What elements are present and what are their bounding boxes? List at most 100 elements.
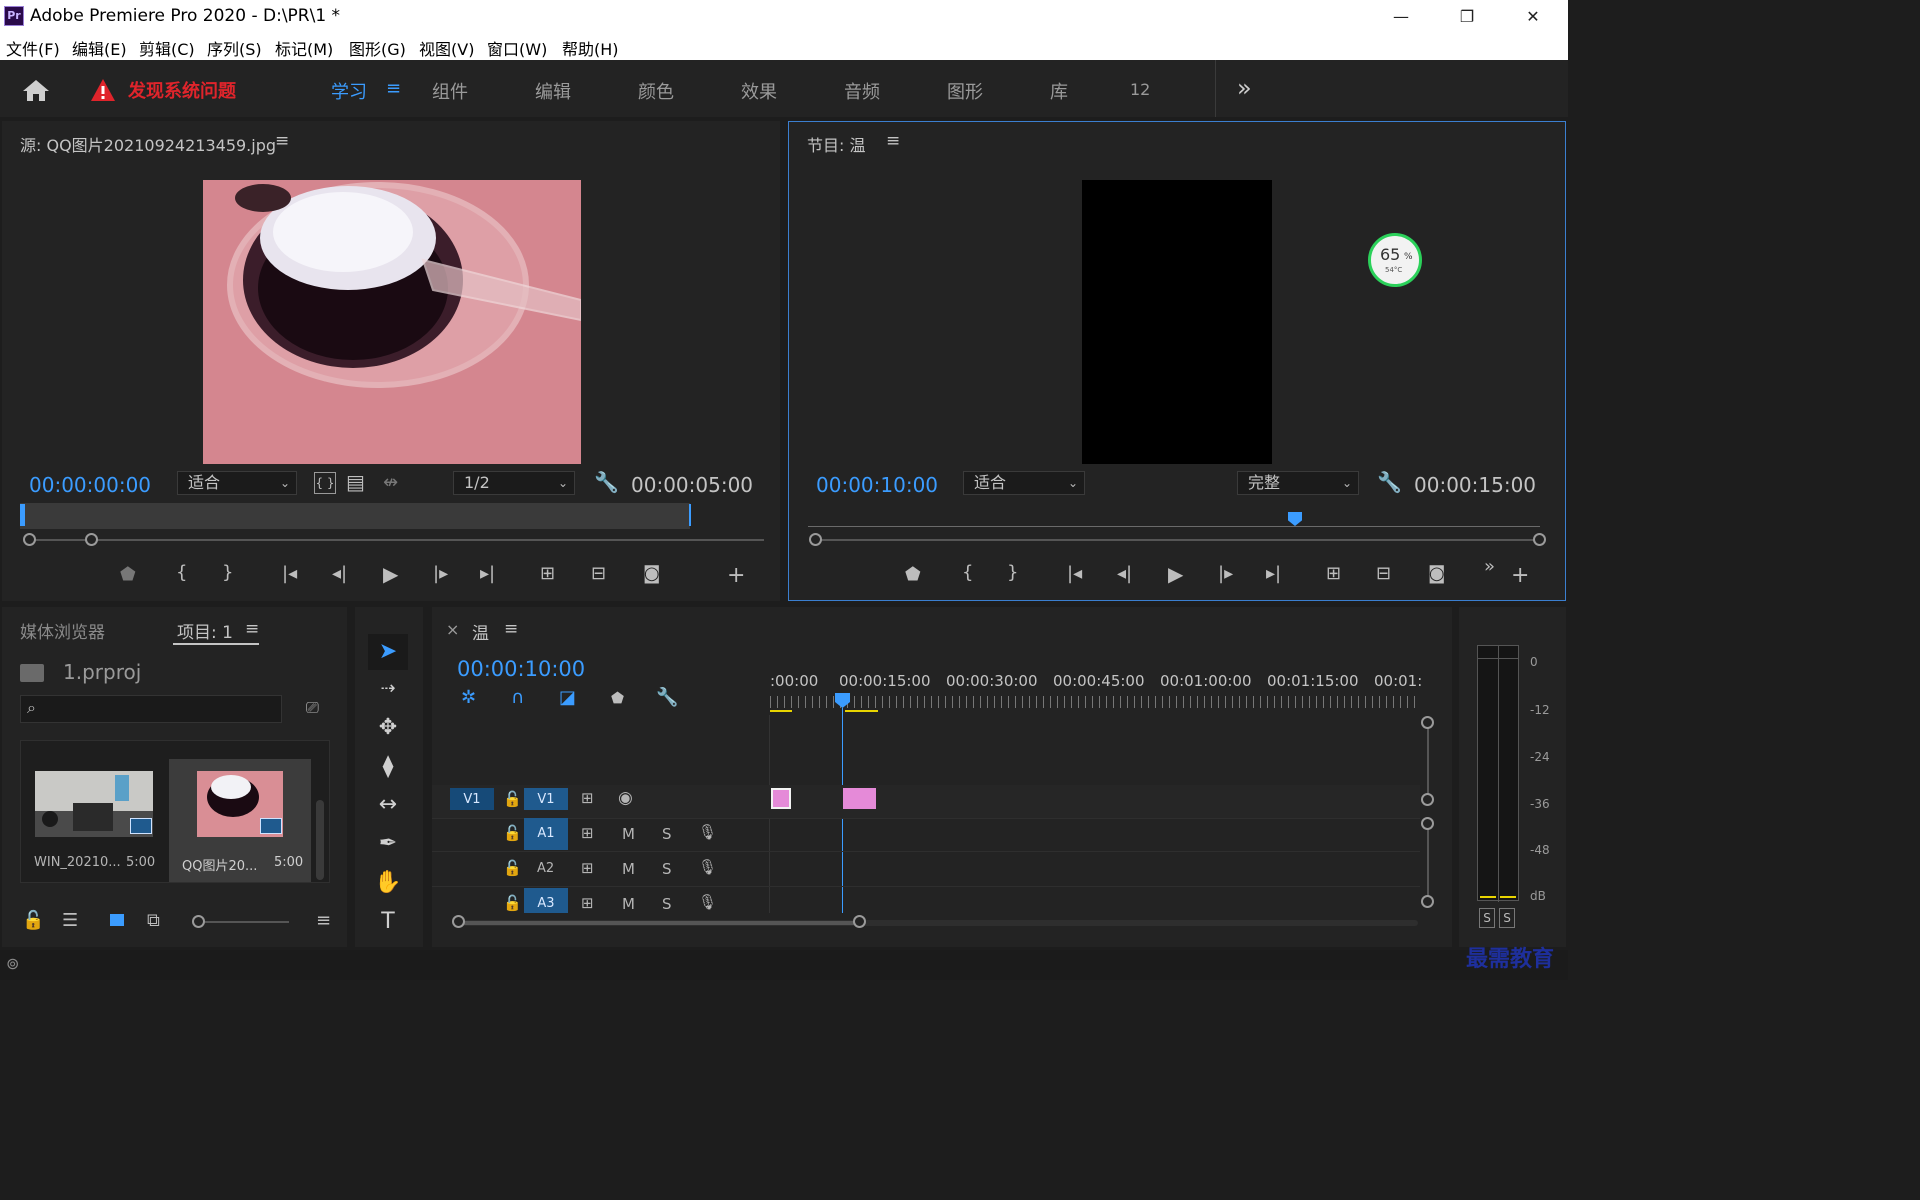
more-workspaces-icon[interactable]: »	[1237, 74, 1252, 102]
menu-file[interactable]: 文件(F)	[6, 36, 60, 60]
mark-out-icon[interactable]: }	[222, 562, 233, 583]
add-marker-icon[interactable]: ⬟	[905, 564, 921, 585]
step-back-icon[interactable]: ◂|	[1117, 563, 1132, 584]
pen-tool-icon[interactable]: ✒	[370, 828, 406, 860]
video-vertical-scrollbar[interactable]	[1427, 722, 1429, 802]
audio-vertical-scrollbar[interactable]	[1427, 824, 1429, 902]
new-bin-search-icon[interactable]: ⎚	[306, 698, 319, 718]
scroll-handle[interactable]	[1421, 895, 1434, 908]
scroll-handle[interactable]	[1421, 793, 1434, 806]
tab-media-browser[interactable]: 媒体浏览器	[20, 618, 105, 643]
program-settings-wrench-icon[interactable]: 🔧	[1377, 470, 1402, 494]
tab-graphics[interactable]: 图形	[947, 78, 983, 104]
tab-project[interactable]: 项目: 1	[177, 618, 233, 643]
timeline-timecode[interactable]: 00:00:10:00	[457, 657, 585, 681]
tab-libraries[interactable]: 库	[1050, 78, 1068, 104]
add-marker-icon[interactable]: ⬟	[611, 689, 624, 707]
tab-color[interactable]: 颜色	[638, 78, 674, 104]
sync-lock-icon[interactable]: ⊞	[581, 789, 594, 807]
menu-marker[interactable]: 标记(M)	[275, 36, 333, 60]
program-timecode[interactable]: 00:00:10:00	[816, 473, 938, 497]
insert-icon[interactable]: ⊞	[540, 563, 555, 584]
timeline-settings-wrench-icon[interactable]: 🔧	[656, 687, 678, 708]
button-editor-plus-icon[interactable]: +	[727, 563, 745, 588]
sync-lock-icon[interactable]: ⊞	[581, 859, 594, 877]
tab-assembly[interactable]: 组件	[432, 78, 468, 104]
insert-mark-icon[interactable]: { }	[314, 472, 336, 494]
button-editor-plus-icon[interactable]: +	[1511, 563, 1529, 588]
icon-view-icon[interactable]	[110, 914, 124, 926]
lift-icon[interactable]: ⊞	[1326, 563, 1341, 584]
linked-selection-icon[interactable]: ◪	[559, 687, 576, 708]
source-monitor-title[interactable]: 源: QQ图片20210924213459.jpg	[20, 132, 276, 156]
track-lock-icon[interactable]: 🔓	[503, 894, 522, 912]
type-tool-icon[interactable]: T	[370, 906, 406, 938]
menu-graphics[interactable]: 图形(G)	[349, 36, 406, 60]
scroll-handle[interactable]	[1421, 716, 1434, 729]
timeline-scroll-thumb[interactable]	[458, 921, 860, 925]
sequence-tab[interactable]: 温	[472, 619, 489, 644]
scroll-handle[interactable]	[452, 915, 465, 928]
film-strip-icon[interactable]: ▤	[346, 470, 365, 494]
program-zoom-select[interactable]: 适合 ⌄	[963, 471, 1085, 495]
selection-tool-icon[interactable]: ➤	[370, 636, 406, 668]
sync-lock-icon[interactable]: ⊞	[581, 824, 594, 842]
program-panel-menu-icon[interactable]: ≡	[886, 131, 900, 151]
go-to-in-icon[interactable]: |◂	[1067, 563, 1082, 584]
menu-edit[interactable]: 编辑(E)	[72, 36, 127, 60]
source-zoom-handle-right[interactable]	[85, 533, 98, 546]
program-monitor-title[interactable]: 节目: 温	[807, 132, 865, 156]
performance-gauge-widget[interactable]: 65 % 54°C	[1368, 233, 1422, 287]
tab-12[interactable]: 12	[1130, 80, 1150, 99]
source-patch-v1[interactable]: V1	[450, 788, 494, 810]
export-frame-camera-icon[interactable]: ◙	[1428, 563, 1445, 584]
freeform-view-icon[interactable]: ⧉	[147, 910, 160, 931]
system-issue-alert[interactable]: 发现系统问题	[128, 77, 236, 103]
restore-button[interactable]: ❐	[1444, 4, 1490, 30]
menu-clip[interactable]: 剪辑(C)	[139, 36, 195, 60]
track-lock-icon[interactable]: 🔓	[503, 790, 522, 808]
solo-button[interactable]: S	[662, 895, 672, 913]
source-timecode[interactable]: 00:00:00:00	[29, 473, 151, 497]
hand-tool-icon[interactable]: ✋	[370, 867, 406, 899]
program-quality-select[interactable]: 完整 ⌄	[1237, 471, 1359, 495]
project-search-input[interactable]: ⌕	[20, 695, 282, 723]
add-marker-icon[interactable]: ⬟	[120, 564, 136, 585]
play-icon[interactable]: ▶	[383, 562, 398, 586]
thumbnail-size-slider[interactable]	[205, 921, 289, 923]
program-zoom-handle-right[interactable]	[1533, 533, 1546, 546]
voiceover-mic-icon[interactable]: 🎙	[698, 893, 717, 911]
workspace-menu-icon[interactable]: ≡	[386, 78, 401, 99]
menu-window[interactable]: 窗口(W)	[487, 36, 547, 60]
program-zoom-handle-left[interactable]	[809, 533, 822, 546]
mark-in-icon[interactable]: {	[962, 562, 973, 583]
export-frame-camera-icon[interactable]: ◙	[643, 563, 660, 584]
source-settings-wrench-icon[interactable]: 🔧	[594, 470, 619, 494]
ripple-edit-tool-icon[interactable]: ✥	[370, 712, 406, 744]
meter-solo-right-button[interactable]: S	[1499, 908, 1515, 928]
lock-open-icon[interactable]: 🔓	[22, 910, 44, 931]
close-sequence-icon[interactable]: ×	[446, 620, 459, 639]
creative-cloud-sync-icon[interactable]: ⊚	[6, 954, 19, 973]
mute-button[interactable]: M	[622, 825, 635, 843]
nest-toggle-icon[interactable]: ✲	[461, 687, 476, 708]
source-zoom-handle-left[interactable]	[23, 533, 36, 546]
step-back-icon[interactable]: ◂|	[332, 563, 347, 584]
menu-help[interactable]: 帮助(H)	[562, 36, 619, 60]
track-target-a1[interactable]: A1	[524, 818, 568, 850]
sync-lock-icon[interactable]: ⊞	[581, 894, 594, 912]
video-clip-2[interactable]	[843, 788, 876, 809]
mute-button[interactable]: M	[622, 895, 635, 913]
source-out-point[interactable]	[689, 504, 691, 526]
menu-sequence[interactable]: 序列(S)	[207, 36, 262, 60]
menu-view[interactable]: 视图(V)	[419, 36, 474, 60]
mark-out-icon[interactable]: }	[1007, 562, 1018, 583]
track-target-v1[interactable]: V1	[524, 788, 568, 810]
toggle-visibility-eye-icon[interactable]: ◉	[618, 788, 633, 808]
track-lock-icon[interactable]: 🔓	[503, 859, 522, 877]
timeline-menu-icon[interactable]: ≡	[504, 619, 518, 639]
step-forward-icon[interactable]: |▸	[433, 563, 448, 584]
tab-editing[interactable]: 编辑	[535, 78, 571, 104]
sort-icon[interactable]: ≡	[316, 910, 331, 931]
audio-waveform-icon[interactable]: ↮	[383, 472, 398, 493]
